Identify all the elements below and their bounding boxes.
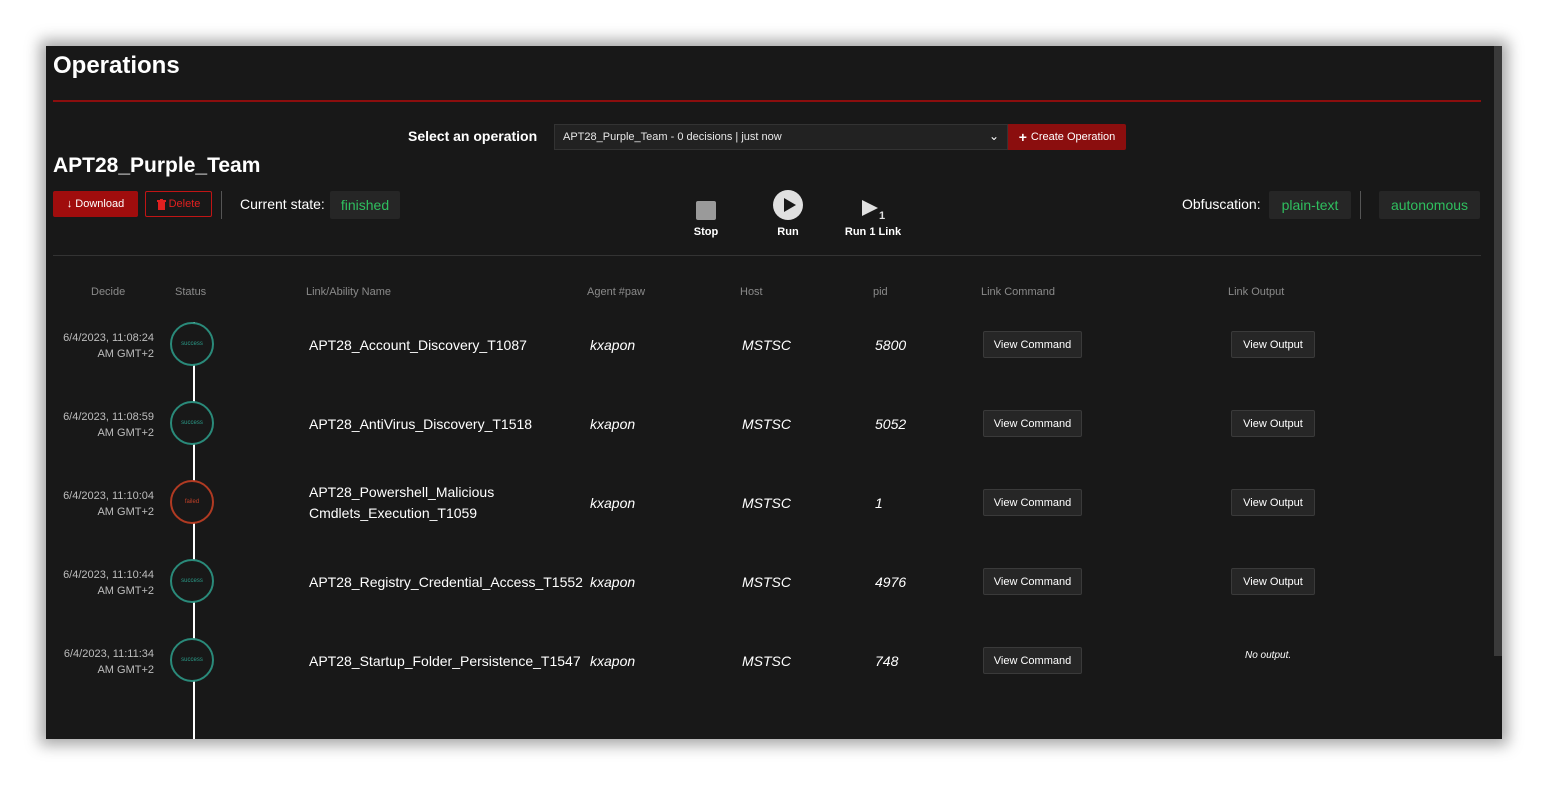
play-circle-icon xyxy=(773,190,803,220)
status-success[interactable]: success xyxy=(170,322,214,366)
current-state-label: Current state: xyxy=(240,196,325,212)
title-divider xyxy=(53,100,1481,102)
table-row: 6/4/2023, 11:08:24 AM GMT+2 success APT28… xyxy=(46,306,1502,385)
download-label: Download xyxy=(75,198,125,210)
ability-name: APT28_Powershell_Malicious Cmdlets_Execu… xyxy=(309,484,495,521)
agent-paw: kxapon xyxy=(590,416,636,432)
svg-text:1: 1 xyxy=(879,210,885,220)
ability-name: APT28_Account_Discovery_T1087 xyxy=(309,337,527,353)
select-operation-label: Select an operation xyxy=(408,128,538,144)
status-success[interactable]: success xyxy=(170,559,214,603)
agent-paw: kxapon xyxy=(590,653,636,669)
status-success[interactable]: success xyxy=(170,401,214,445)
operations-window: Operations Select an operation APT28_Pur… xyxy=(46,46,1502,739)
decide-timestamp: 6/4/2023, 11:10:44 AM GMT+2 xyxy=(63,569,154,597)
header-ability: Link/Ability Name xyxy=(306,286,391,298)
status-failed[interactable]: failed xyxy=(170,480,214,524)
ability-name: APT28_Registry_Credential_Access_T1552 xyxy=(309,574,583,590)
table-row: 6/4/2023, 11:08:59 AM GMT+2 success APT28… xyxy=(46,385,1502,464)
operation-select-value: APT28_Purple_Team - 0 decisions | just n… xyxy=(563,131,782,143)
header-agent: Agent #paw xyxy=(587,286,646,298)
stop-icon xyxy=(696,201,716,220)
host-name: MSTSC xyxy=(742,337,791,353)
view-command-button[interactable]: View Command xyxy=(983,410,1082,437)
view-command-button[interactable]: View Command xyxy=(983,647,1082,674)
header-command: Link Command xyxy=(981,286,1055,298)
view-command-button[interactable]: View Command xyxy=(983,568,1082,595)
agent-paw: kxapon xyxy=(590,495,636,511)
toolbar-divider xyxy=(221,191,222,219)
plus-icon: + xyxy=(1018,129,1027,145)
page-title: Operations xyxy=(53,52,180,79)
decide-timestamp: 6/4/2023, 11:10:04 AM GMT+2 xyxy=(63,490,154,518)
operation-select[interactable]: APT28_Purple_Team - 0 decisions | just n… xyxy=(554,124,1008,150)
stop-label: Stop xyxy=(693,226,719,238)
ability-name: APT28_AntiVirus_Discovery_T1518 xyxy=(309,416,533,432)
download-arrow-icon: ↓ xyxy=(66,198,73,210)
delete-label: Delete xyxy=(168,198,201,210)
host-name: MSTSC xyxy=(742,653,791,669)
stop-control[interactable]: Stop xyxy=(666,192,746,238)
delete-button[interactable]: Delete xyxy=(145,191,212,217)
autonomy-badge[interactable]: autonomous xyxy=(1379,191,1480,219)
header-pid: pid xyxy=(873,286,888,298)
play-one-icon: 1 xyxy=(862,200,885,220)
badge-divider xyxy=(1360,191,1361,219)
header-status: Status xyxy=(175,286,207,298)
view-output-button[interactable]: View Output xyxy=(1231,568,1315,595)
operation-name: APT28_Purple_Team xyxy=(53,154,261,177)
host-name: MSTSC xyxy=(742,416,791,432)
pid-value: 748 xyxy=(875,653,899,669)
table-row: 6/4/2023, 11:10:44 AM GMT+2 success APT28… xyxy=(46,543,1502,622)
trash-icon xyxy=(156,198,166,210)
view-output-button[interactable]: View Output xyxy=(1231,410,1315,437)
agent-paw: kxapon xyxy=(590,337,636,353)
obfuscation-badge[interactable]: plain-text xyxy=(1269,191,1351,219)
run-label: Run xyxy=(777,226,799,238)
status-success[interactable]: success xyxy=(170,638,214,682)
create-operation-label: Create Operation xyxy=(1030,131,1116,143)
section-divider xyxy=(53,255,1481,256)
decide-timestamp: 6/4/2023, 11:08:59 AM GMT+2 xyxy=(63,411,154,439)
chevron-down-icon: ⌄ xyxy=(988,129,999,143)
download-button[interactable]: ↓ Download xyxy=(53,191,138,217)
create-operation-button[interactable]: + Create Operation xyxy=(1008,124,1126,150)
no-output-text: No output. xyxy=(1245,650,1292,661)
pid-value: 4976 xyxy=(875,574,907,590)
decide-timestamp: 6/4/2023, 11:08:24 AM GMT+2 xyxy=(63,332,154,360)
pid-value: 5052 xyxy=(875,416,907,432)
agent-paw: kxapon xyxy=(590,574,636,590)
table-row: 6/4/2023, 11:10:04 AM GMT+2 failed APT28_… xyxy=(46,464,1502,543)
view-command-button[interactable]: View Command xyxy=(983,489,1082,516)
pid-value: 1 xyxy=(875,495,883,511)
ability-name: APT28_Startup_Folder_Persistence_T1547 xyxy=(309,653,581,669)
view-output-button[interactable]: View Output xyxy=(1231,331,1315,358)
obfuscation-label: Obfuscation: xyxy=(1182,196,1261,212)
header-decide: Decide xyxy=(91,286,126,298)
header-output: Link Output xyxy=(1228,286,1285,298)
host-name: MSTSC xyxy=(742,574,791,590)
host-name: MSTSC xyxy=(742,495,791,511)
state-badge: finished xyxy=(330,191,400,219)
run-one-link-control[interactable]: 1 Run 1 Link xyxy=(833,192,913,238)
view-output-button[interactable]: View Output xyxy=(1231,489,1315,516)
pid-value: 5800 xyxy=(875,337,907,353)
table-row: 6/4/2023, 11:11:34 AM GMT+2 success APT28… xyxy=(46,622,1502,701)
header-host: Host xyxy=(740,286,763,298)
run-control[interactable]: Run xyxy=(748,190,828,238)
decide-timestamp: 6/4/2023, 11:11:34 AM GMT+2 xyxy=(63,648,154,676)
view-command-button[interactable]: View Command xyxy=(983,331,1082,358)
run-one-link-label: Run 1 Link xyxy=(844,226,902,238)
